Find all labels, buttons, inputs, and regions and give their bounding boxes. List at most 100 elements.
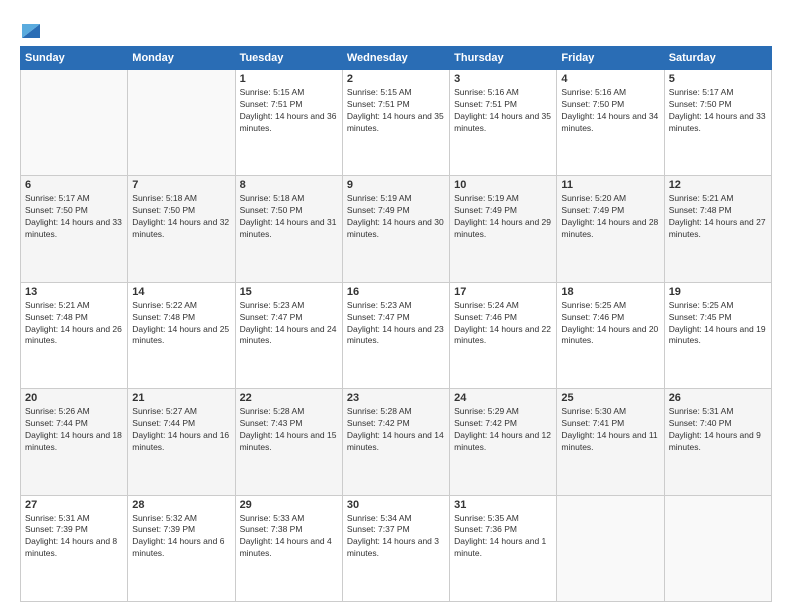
day-info: Sunrise: 5:30 AM Sunset: 7:41 PM Dayligh…	[561, 406, 659, 454]
calendar-cell: 28Sunrise: 5:32 AM Sunset: 7:39 PM Dayli…	[128, 495, 235, 601]
day-number: 30	[347, 499, 445, 511]
calendar-cell	[557, 495, 664, 601]
header	[20, 16, 772, 38]
weekday-header: Wednesday	[342, 47, 449, 70]
calendar-cell	[21, 70, 128, 176]
calendar-cell: 7 Sunrise: 5:18 AM Sunset: 7:50 PM Daylig…	[128, 176, 235, 282]
day-info: Sunrise: 5:31 AM Sunset: 7:40 PM Dayligh…	[669, 406, 767, 454]
day-info: Sunrise: 5:23 AM Sunset: 7:47 PM Dayligh…	[240, 300, 338, 348]
calendar-cell: 3 Sunrise: 5:16 AM Sunset: 7:51 PM Daylig…	[450, 70, 557, 176]
calendar-cell: 6 Sunrise: 5:17 AM Sunset: 7:50 PM Daylig…	[21, 176, 128, 282]
day-number: 4	[561, 73, 659, 85]
logo-icon	[22, 16, 40, 38]
weekday-header: Saturday	[664, 47, 771, 70]
day-info: Sunrise: 5:21 AM Sunset: 7:48 PM Dayligh…	[25, 300, 123, 348]
calendar-cell: 31 Sunrise: 5:35 AM Sunset: 7:36 PM Dayli…	[450, 495, 557, 601]
day-info: Sunrise: 5:18 AM Sunset: 7:50 PM Dayligh…	[132, 193, 230, 241]
day-info: Sunrise: 5:28 AM Sunset: 7:43 PM Dayligh…	[240, 406, 338, 454]
calendar-cell	[128, 70, 235, 176]
day-number: 17	[454, 286, 552, 298]
day-number: 15	[240, 286, 338, 298]
calendar-cell: 9 Sunrise: 5:19 AM Sunset: 7:49 PM Daylig…	[342, 176, 449, 282]
day-number: 3	[454, 73, 552, 85]
day-info: Sunrise: 5:18 AM Sunset: 7:50 PM Dayligh…	[240, 193, 338, 241]
day-number: 21	[132, 392, 230, 404]
day-info: Sunrise: 5:23 AM Sunset: 7:47 PM Dayligh…	[347, 300, 445, 348]
day-info: Sunrise: 5:25 AM Sunset: 7:45 PM Dayligh…	[669, 300, 767, 348]
calendar-cell: 12Sunrise: 5:21 AM Sunset: 7:48 PM Dayli…	[664, 176, 771, 282]
day-number: 10	[454, 179, 552, 191]
day-info: Sunrise: 5:34 AM Sunset: 7:37 PM Dayligh…	[347, 513, 445, 561]
day-info: Sunrise: 5:15 AM Sunset: 7:51 PM Dayligh…	[240, 87, 338, 135]
weekday-header: Monday	[128, 47, 235, 70]
calendar-cell: 20 Sunrise: 5:26 AM Sunset: 7:44 PM Dayli…	[21, 389, 128, 495]
day-info: Sunrise: 5:31 AM Sunset: 7:39 PM Dayligh…	[25, 513, 123, 561]
day-number: 13	[25, 286, 123, 298]
day-number: 19	[669, 286, 767, 298]
calendar-cell: 26 Sunrise: 5:31 AM Sunset: 7:40 PM Dayli…	[664, 389, 771, 495]
logo	[20, 16, 40, 38]
calendar-cell: 5 Sunrise: 5:17 AM Sunset: 7:50 PM Daylig…	[664, 70, 771, 176]
calendar-cell: 25 Sunrise: 5:30 AM Sunset: 7:41 PM Dayli…	[557, 389, 664, 495]
calendar-cell: 21Sunrise: 5:27 AM Sunset: 7:44 PM Dayli…	[128, 389, 235, 495]
day-info: Sunrise: 5:21 AM Sunset: 7:48 PM Dayligh…	[669, 193, 767, 241]
calendar-cell: 4 Sunrise: 5:16 AM Sunset: 7:50 PM Daylig…	[557, 70, 664, 176]
day-info: Sunrise: 5:28 AM Sunset: 7:42 PM Dayligh…	[347, 406, 445, 454]
day-info: Sunrise: 5:17 AM Sunset: 7:50 PM Dayligh…	[669, 87, 767, 135]
day-number: 5	[669, 73, 767, 85]
day-number: 20	[25, 392, 123, 404]
day-number: 18	[561, 286, 659, 298]
calendar-cell: 8 Sunrise: 5:18 AM Sunset: 7:50 PM Daylig…	[235, 176, 342, 282]
day-info: Sunrise: 5:20 AM Sunset: 7:49 PM Dayligh…	[561, 193, 659, 241]
calendar-cell: 19 Sunrise: 5:25 AM Sunset: 7:45 PM Dayli…	[664, 282, 771, 388]
weekday-header: Tuesday	[235, 47, 342, 70]
day-info: Sunrise: 5:22 AM Sunset: 7:48 PM Dayligh…	[132, 300, 230, 348]
day-number: 1	[240, 73, 338, 85]
day-info: Sunrise: 5:24 AM Sunset: 7:46 PM Dayligh…	[454, 300, 552, 348]
calendar-cell: 27 Sunrise: 5:31 AM Sunset: 7:39 PM Dayli…	[21, 495, 128, 601]
day-info: Sunrise: 5:29 AM Sunset: 7:42 PM Dayligh…	[454, 406, 552, 454]
calendar-cell: 17 Sunrise: 5:24 AM Sunset: 7:46 PM Dayli…	[450, 282, 557, 388]
day-number: 2	[347, 73, 445, 85]
day-number: 27	[25, 499, 123, 511]
day-info: Sunrise: 5:16 AM Sunset: 7:51 PM Dayligh…	[454, 87, 552, 135]
calendar-cell	[664, 495, 771, 601]
day-info: Sunrise: 5:25 AM Sunset: 7:46 PM Dayligh…	[561, 300, 659, 348]
weekday-header: Friday	[557, 47, 664, 70]
day-number: 8	[240, 179, 338, 191]
day-number: 11	[561, 179, 659, 191]
calendar-cell: 1 Sunrise: 5:15 AM Sunset: 7:51 PM Daylig…	[235, 70, 342, 176]
calendar-table: SundayMondayTuesdayWednesdayThursdayFrid…	[20, 46, 772, 602]
day-info: Sunrise: 5:19 AM Sunset: 7:49 PM Dayligh…	[454, 193, 552, 241]
day-number: 7	[132, 179, 230, 191]
weekday-header: Thursday	[450, 47, 557, 70]
day-number: 25	[561, 392, 659, 404]
day-info: Sunrise: 5:33 AM Sunset: 7:38 PM Dayligh…	[240, 513, 338, 561]
day-number: 14	[132, 286, 230, 298]
day-info: Sunrise: 5:32 AM Sunset: 7:39 PM Dayligh…	[132, 513, 230, 561]
day-number: 24	[454, 392, 552, 404]
day-number: 6	[25, 179, 123, 191]
day-info: Sunrise: 5:15 AM Sunset: 7:51 PM Dayligh…	[347, 87, 445, 135]
day-info: Sunrise: 5:26 AM Sunset: 7:44 PM Dayligh…	[25, 406, 123, 454]
day-number: 31	[454, 499, 552, 511]
day-number: 16	[347, 286, 445, 298]
day-number: 22	[240, 392, 338, 404]
calendar-cell: 30 Sunrise: 5:34 AM Sunset: 7:37 PM Dayli…	[342, 495, 449, 601]
calendar-cell: 22 Sunrise: 5:28 AM Sunset: 7:43 PM Dayli…	[235, 389, 342, 495]
day-number: 26	[669, 392, 767, 404]
day-number: 9	[347, 179, 445, 191]
calendar-cell: 29 Sunrise: 5:33 AM Sunset: 7:38 PM Dayli…	[235, 495, 342, 601]
day-info: Sunrise: 5:19 AM Sunset: 7:49 PM Dayligh…	[347, 193, 445, 241]
day-info: Sunrise: 5:16 AM Sunset: 7:50 PM Dayligh…	[561, 87, 659, 135]
weekday-header: Sunday	[21, 47, 128, 70]
calendar-cell: 10 Sunrise: 5:19 AM Sunset: 7:49 PM Dayli…	[450, 176, 557, 282]
calendar-cell: 16 Sunrise: 5:23 AM Sunset: 7:47 PM Dayli…	[342, 282, 449, 388]
day-number: 23	[347, 392, 445, 404]
day-info: Sunrise: 5:35 AM Sunset: 7:36 PM Dayligh…	[454, 513, 552, 561]
day-info: Sunrise: 5:17 AM Sunset: 7:50 PM Dayligh…	[25, 193, 123, 241]
calendar-cell: 14 Sunrise: 5:22 AM Sunset: 7:48 PM Dayli…	[128, 282, 235, 388]
day-number: 29	[240, 499, 338, 511]
calendar-cell: 24 Sunrise: 5:29 AM Sunset: 7:42 PM Dayli…	[450, 389, 557, 495]
page: SundayMondayTuesdayWednesdayThursdayFrid…	[0, 0, 792, 612]
